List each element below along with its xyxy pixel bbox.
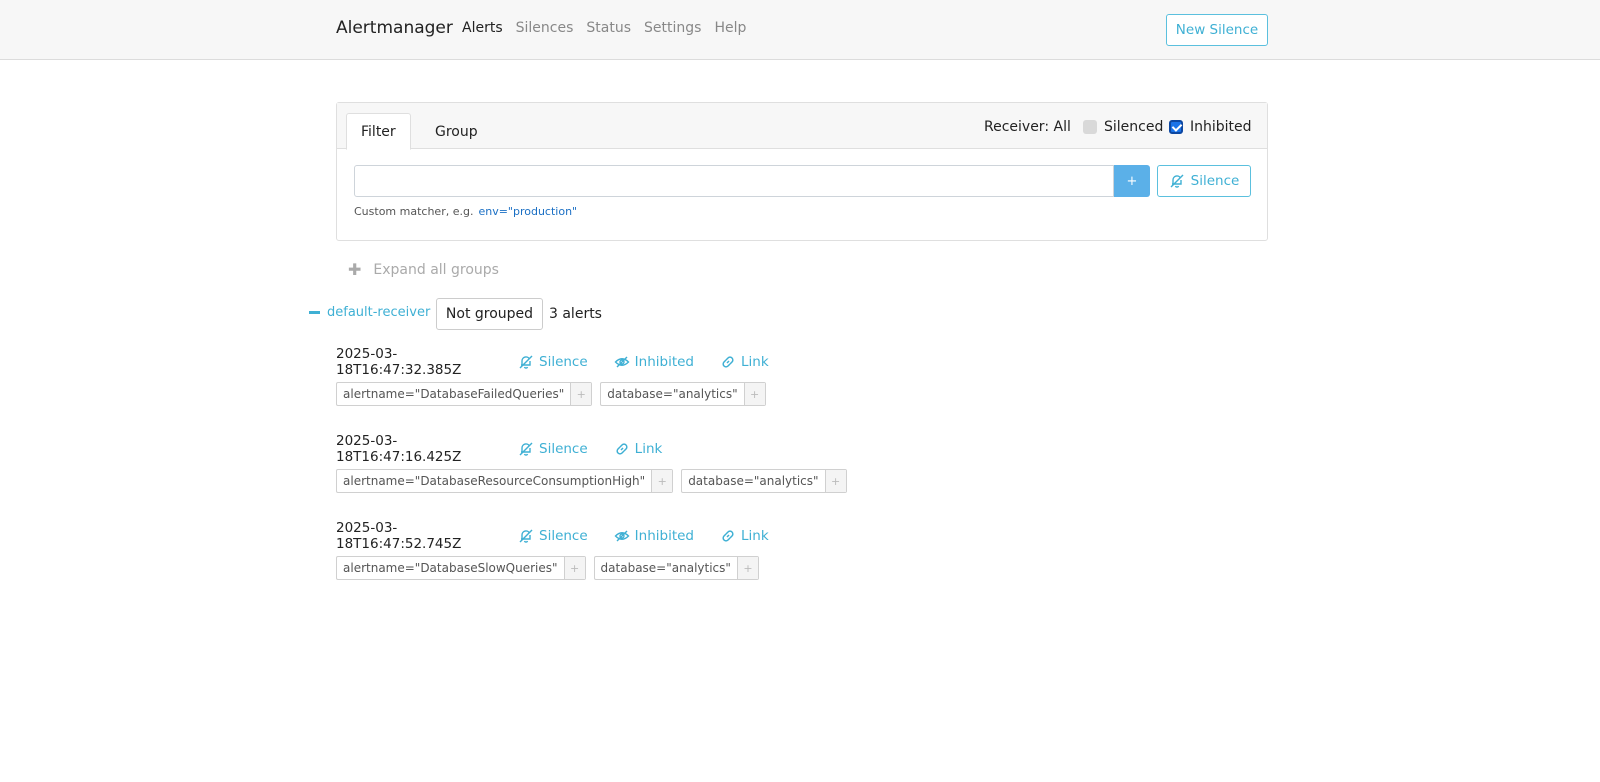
bell-slash-icon	[1169, 173, 1185, 189]
not-grouped-button[interactable]: Not grouped	[436, 298, 543, 330]
tab-group[interactable]: Group	[421, 113, 492, 150]
alert-item: 2025-03-18T16:47:16.425Z Silence Link al…	[336, 433, 936, 499]
bell-slash-icon	[518, 441, 534, 457]
alert-timestamp: 2025-03-18T16:47:52.745Z	[336, 520, 462, 552]
filter-input[interactable]	[354, 165, 1114, 197]
nav-link-silences[interactable]: Silences	[516, 20, 574, 36]
filter-hint-example: env="production"	[478, 205, 578, 218]
plus-icon: ✚	[348, 260, 362, 279]
alert-label: alertname="DatabaseResourceConsumptionHi…	[336, 469, 674, 493]
alert-label-text[interactable]: database="analytics"	[601, 383, 743, 405]
alert-label-text[interactable]: alertname="DatabaseFailedQueries"	[337, 383, 570, 405]
group-collapse-toggle[interactable]: default-receiver	[309, 305, 430, 320]
alert-silence-button[interactable]: Silence	[518, 441, 588, 457]
eye-slash-icon	[614, 354, 630, 370]
alert-link-label: Link	[741, 354, 769, 370]
alert-count: 3 alerts	[549, 306, 602, 322]
alert-label: alertname="DatabaseFailedQueries" +	[336, 382, 593, 406]
alert-label: database="analytics" +	[593, 556, 759, 580]
new-silence-button[interactable]: New Silence	[1166, 14, 1268, 46]
alert-link-button[interactable]: Link	[720, 354, 769, 370]
group-receiver: default-receiver	[327, 305, 431, 320]
alert-silence-label: Silence	[539, 441, 588, 457]
alert-link-label: Link	[634, 441, 663, 457]
alert-link-label: Link	[741, 528, 769, 544]
add-label-filter-button[interactable]: +	[570, 383, 592, 405]
alert-link-button[interactable]: Link	[720, 528, 769, 544]
add-label-filter-button[interactable]: +	[651, 470, 673, 492]
inhibited-checkbox-box[interactable]	[1169, 120, 1183, 134]
alert-silence-button[interactable]: Silence	[518, 528, 588, 544]
alert-label-text[interactable]: database="analytics"	[682, 470, 824, 492]
alert-label: alertname="DatabaseSlowQueries" +	[336, 556, 586, 580]
alert-label: database="analytics" +	[681, 469, 847, 493]
link-icon	[720, 354, 736, 370]
silence-filter-button[interactable]: Silence	[1157, 165, 1251, 197]
alert-label-text[interactable]: alertname="DatabaseSlowQueries"	[337, 557, 564, 579]
expand-all-groups[interactable]: ✚ Expand all groups	[348, 260, 499, 279]
alert-inhibited-button[interactable]: Inhibited	[614, 354, 694, 370]
alert-label-text[interactable]: database="analytics"	[595, 557, 737, 579]
brand[interactable]: Alertmanager	[336, 18, 453, 38]
alert-silence-label: Silence	[539, 354, 588, 370]
alert-timestamp: 2025-03-18T16:47:16.425Z	[336, 433, 462, 465]
alert-timestamp: 2025-03-18T16:47:32.385Z	[336, 346, 462, 378]
nav-link-status[interactable]: Status	[586, 20, 631, 36]
silence-filter-label: Silence	[1190, 173, 1240, 189]
tab-filter[interactable]: Filter	[346, 113, 411, 150]
filter-hint-text: Custom matcher, e.g.	[354, 205, 474, 218]
eye-slash-icon	[614, 528, 630, 544]
alert-silence-button[interactable]: Silence	[518, 354, 588, 370]
add-label-filter-button[interactable]: +	[736, 557, 758, 579]
silenced-checkbox[interactable]: Silenced	[1083, 119, 1163, 135]
bell-slash-icon	[518, 528, 534, 544]
add-label-filter-button[interactable]: +	[563, 557, 585, 579]
nav-link-settings[interactable]: Settings	[644, 20, 701, 36]
alert-silence-label: Silence	[539, 528, 588, 544]
filter-card: Filter Group Receiver: All Silenced Inhi…	[336, 102, 1268, 241]
minus-icon	[309, 311, 320, 314]
alert-inhibited-label: Inhibited	[634, 528, 695, 544]
nav-link-alerts[interactable]: Alerts	[462, 20, 503, 36]
receiver-dropdown[interactable]: Receiver: All	[984, 119, 1071, 135]
alert-inhibited-button[interactable]: Inhibited	[614, 528, 694, 544]
inhibited-checkbox[interactable]: Inhibited	[1169, 119, 1252, 135]
add-filter-button[interactable]: +	[1114, 165, 1150, 197]
alert-item: 2025-03-18T16:47:32.385Z Silence Inhibit…	[336, 346, 936, 412]
nav-links: Alerts Silences Status Settings Help	[462, 20, 746, 36]
navbar: Alertmanager Alerts Silences Status Sett…	[0, 0, 1600, 60]
nav-link-help[interactable]: Help	[714, 20, 746, 36]
bell-slash-icon	[518, 354, 534, 370]
silenced-checkbox-box[interactable]	[1083, 120, 1097, 134]
link-icon	[614, 441, 630, 457]
link-icon	[720, 528, 736, 544]
silenced-checkbox-label: Silenced	[1104, 119, 1164, 135]
inhibited-checkbox-label: Inhibited	[1190, 119, 1252, 135]
alert-label-text[interactable]: alertname="DatabaseResourceConsumptionHi…	[337, 470, 651, 492]
alert-link-button[interactable]: Link	[614, 441, 663, 457]
filter-card-header: Filter Group Receiver: All Silenced Inhi…	[337, 103, 1267, 150]
alert-item: 2025-03-18T16:47:52.745Z Silence Inhibit…	[336, 520, 936, 586]
add-label-filter-button[interactable]: +	[743, 383, 765, 405]
expand-all-label: Expand all groups	[373, 261, 499, 278]
alert-inhibited-label: Inhibited	[634, 354, 695, 370]
add-label-filter-button[interactable]: +	[824, 470, 846, 492]
filter-hint: Custom matcher, e.g. env="production"	[354, 205, 577, 218]
alert-label: database="analytics" +	[600, 382, 766, 406]
